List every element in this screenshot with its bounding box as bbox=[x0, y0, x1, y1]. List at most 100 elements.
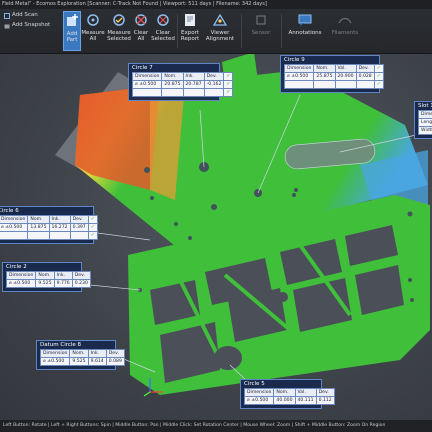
callout-circle-9[interactable]: Circle 9 Dimension Nom. Val. Dev. ✓ ⌀ ±0.500… bbox=[280, 55, 384, 93]
pass-check-icon: ✓ bbox=[223, 80, 234, 89]
callout-cell bbox=[27, 231, 50, 240]
callout-cell: Dev. bbox=[203, 72, 225, 81]
callout-cell: 20.900 bbox=[334, 72, 357, 81]
callout-cell: 40.111 bbox=[294, 396, 317, 405]
callout-cell: Ink. bbox=[87, 349, 107, 358]
annotations-icon bbox=[298, 14, 312, 26]
callout-cell: 0.112 bbox=[315, 396, 335, 405]
clear-selected-button[interactable]: Clear Selected bbox=[151, 11, 175, 49]
3d-viewport[interactable]: Circle 7 Dimension Nom. Ink. Dev. ✓ ⌀ ±0.500… bbox=[0, 54, 432, 420]
pass-check-icon: ✓ bbox=[87, 223, 98, 232]
callout-cell: Dev. bbox=[105, 349, 125, 358]
callout-cell bbox=[131, 88, 163, 97]
callout-cell: ⌀ ±0.500 bbox=[283, 72, 315, 81]
callout-datum-circle-8[interactable]: Datum Circle 8 Dimension Nom. Ink. Dev. ⌀ ±… bbox=[36, 340, 125, 370]
viewer-alignment-button[interactable]: Viewer Alignment bbox=[205, 11, 235, 49]
callout-cell bbox=[161, 88, 184, 97]
callout-table: Dimension Nom. Ink. Dev. ⌀ ±0.500 9.525 9.776… bbox=[5, 271, 91, 288]
callout-circle-6[interactable]: Circle 6 Dimension Nom. Ink. Dev. ✓ ⌀ ±0.500… bbox=[0, 206, 98, 244]
pass-check-icon: ✓ bbox=[223, 88, 234, 97]
ribbon-toolbar: Add Scan Add Snapshot Add Part Measure A… bbox=[0, 9, 432, 54]
callout-cell: Nom. bbox=[27, 215, 50, 224]
ribbon-separator bbox=[177, 14, 178, 48]
callout-cell: 0.028 bbox=[355, 72, 375, 81]
add-part-icon bbox=[67, 14, 78, 26]
callout-cell: 9.525 bbox=[35, 279, 55, 288]
export-report-button[interactable]: Export Report bbox=[180, 11, 200, 49]
callout-cell: 40.000 bbox=[273, 396, 296, 405]
callout-cell: Dev. bbox=[69, 215, 89, 224]
callout-cell bbox=[355, 80, 375, 89]
pass-check-icon: ✓ bbox=[373, 64, 384, 73]
pass-check-icon: ✓ bbox=[87, 231, 98, 240]
callout-cell: Ink. bbox=[182, 72, 205, 81]
callout-cell bbox=[203, 88, 225, 97]
callout-cell: 9.614 bbox=[87, 357, 107, 366]
callout-cell: 0.397 bbox=[69, 223, 89, 232]
callout-table: Dimension Nom. Val. Dev. ✓ ⌀ ±0.500 25.875 20.… bbox=[283, 64, 384, 89]
measure-all-icon bbox=[87, 14, 99, 26]
report-icon bbox=[185, 14, 195, 26]
add-scan-button[interactable]: Add Scan bbox=[4, 11, 38, 20]
add-snapshot-button[interactable]: Add Snapshot bbox=[4, 21, 50, 30]
callout-cell: Nom. bbox=[161, 72, 184, 81]
callout-cell bbox=[334, 80, 357, 89]
callout-cell: Dimension bbox=[0, 215, 29, 224]
callout-cell: 13.875 bbox=[27, 223, 50, 232]
ribbon-separator bbox=[281, 14, 282, 48]
status-bar: Left Button: Rotate | Left + Right Butto… bbox=[0, 420, 432, 432]
callout-cell: 20.787 bbox=[182, 80, 205, 89]
filaments-icon bbox=[338, 17, 352, 24]
callout-cell bbox=[283, 80, 315, 89]
callout-cell: 0.230 bbox=[71, 279, 91, 288]
add-scan-label: Add Scan bbox=[12, 12, 38, 18]
callout-circle-5[interactable]: Circle 5 Dimension Nom. Val. Dev. ⌀ ±0.500 4… bbox=[240, 379, 335, 409]
callout-cell: Length bbox=[417, 118, 432, 127]
pass-check-icon: ✓ bbox=[87, 215, 98, 224]
callout-cell bbox=[0, 231, 29, 240]
measure-all-button[interactable]: Measure All bbox=[81, 11, 105, 49]
add-part-button[interactable]: Add Part bbox=[63, 11, 81, 51]
callout-cell: Nom. bbox=[313, 64, 336, 73]
add-snapshot-label: Add Snapshot bbox=[12, 22, 51, 28]
callout-table: Dimension Nom. Ink. Dev. ✓ ⌀ ±0.500 20.875 20.… bbox=[131, 72, 234, 97]
ribbon-separator bbox=[241, 14, 242, 48]
measure-selected-icon bbox=[113, 14, 125, 26]
callout-table: Dimension Length Width bbox=[417, 110, 432, 135]
callout-cell bbox=[48, 231, 71, 240]
callout-cell: 16.272 bbox=[48, 223, 71, 232]
callout-cell: Ink. bbox=[53, 271, 73, 280]
callout-slot-1[interactable]: Slot 1 Dimension Length Width bbox=[414, 101, 432, 139]
callout-cell: Dev. bbox=[355, 64, 375, 73]
callout-cell: Nom. bbox=[273, 388, 296, 397]
pass-check-icon: ✓ bbox=[373, 80, 384, 89]
callout-circle-2[interactable]: Circle 2 Dimension Nom. Ink. Dev. ⌀ ±0.500 9… bbox=[2, 262, 91, 292]
callout-cell: -0.162 bbox=[203, 80, 225, 89]
callout-cell: Dimension bbox=[5, 271, 37, 280]
callout-table: Dimension Nom. Ink. Dev. ⌀ ±0.500 9.525 9.614… bbox=[39, 349, 125, 366]
callout-cell: Width bbox=[417, 126, 432, 135]
alignment-icon bbox=[212, 13, 228, 26]
measure-selected-button[interactable]: Measure Selected bbox=[107, 11, 131, 49]
callout-cell: 25.875 bbox=[313, 72, 336, 81]
callout-cell: Nom. bbox=[35, 271, 55, 280]
callout-cell: Ink. bbox=[48, 215, 71, 224]
callout-cell bbox=[313, 80, 336, 89]
callout-table: Dimension Nom. Ink. Dev. ✓ ⌀ ±0.500 13.875 16.… bbox=[0, 215, 98, 240]
callout-cell bbox=[69, 231, 89, 240]
filaments-button[interactable]: Filaments bbox=[330, 11, 360, 49]
callout-circle-7[interactable]: Circle 7 Dimension Nom. Ink. Dev. ✓ ⌀ ±0.500… bbox=[128, 63, 234, 101]
callout-cell: Dev. bbox=[71, 271, 91, 280]
callout-cell: Val. bbox=[334, 64, 357, 73]
callout-cell: 9.525 bbox=[69, 357, 89, 366]
callout-cell: 9.776 bbox=[53, 279, 73, 288]
callout-cell: ⌀ ±0.500 bbox=[0, 223, 29, 232]
window-title: Field Metal" - Ecomos Exploration [Scann… bbox=[0, 0, 432, 9]
callout-cell: ⌀ ±0.500 bbox=[243, 396, 275, 405]
callout-cell: Dimension bbox=[417, 110, 432, 119]
callout-cell: ⌀ ±0.500 bbox=[131, 80, 163, 89]
sensor-button[interactable]: Sensor bbox=[248, 11, 274, 49]
pass-check-icon: ✓ bbox=[223, 72, 234, 81]
annotations-button[interactable]: Annotations bbox=[286, 11, 324, 49]
clear-all-button[interactable]: Clear All bbox=[133, 11, 149, 49]
